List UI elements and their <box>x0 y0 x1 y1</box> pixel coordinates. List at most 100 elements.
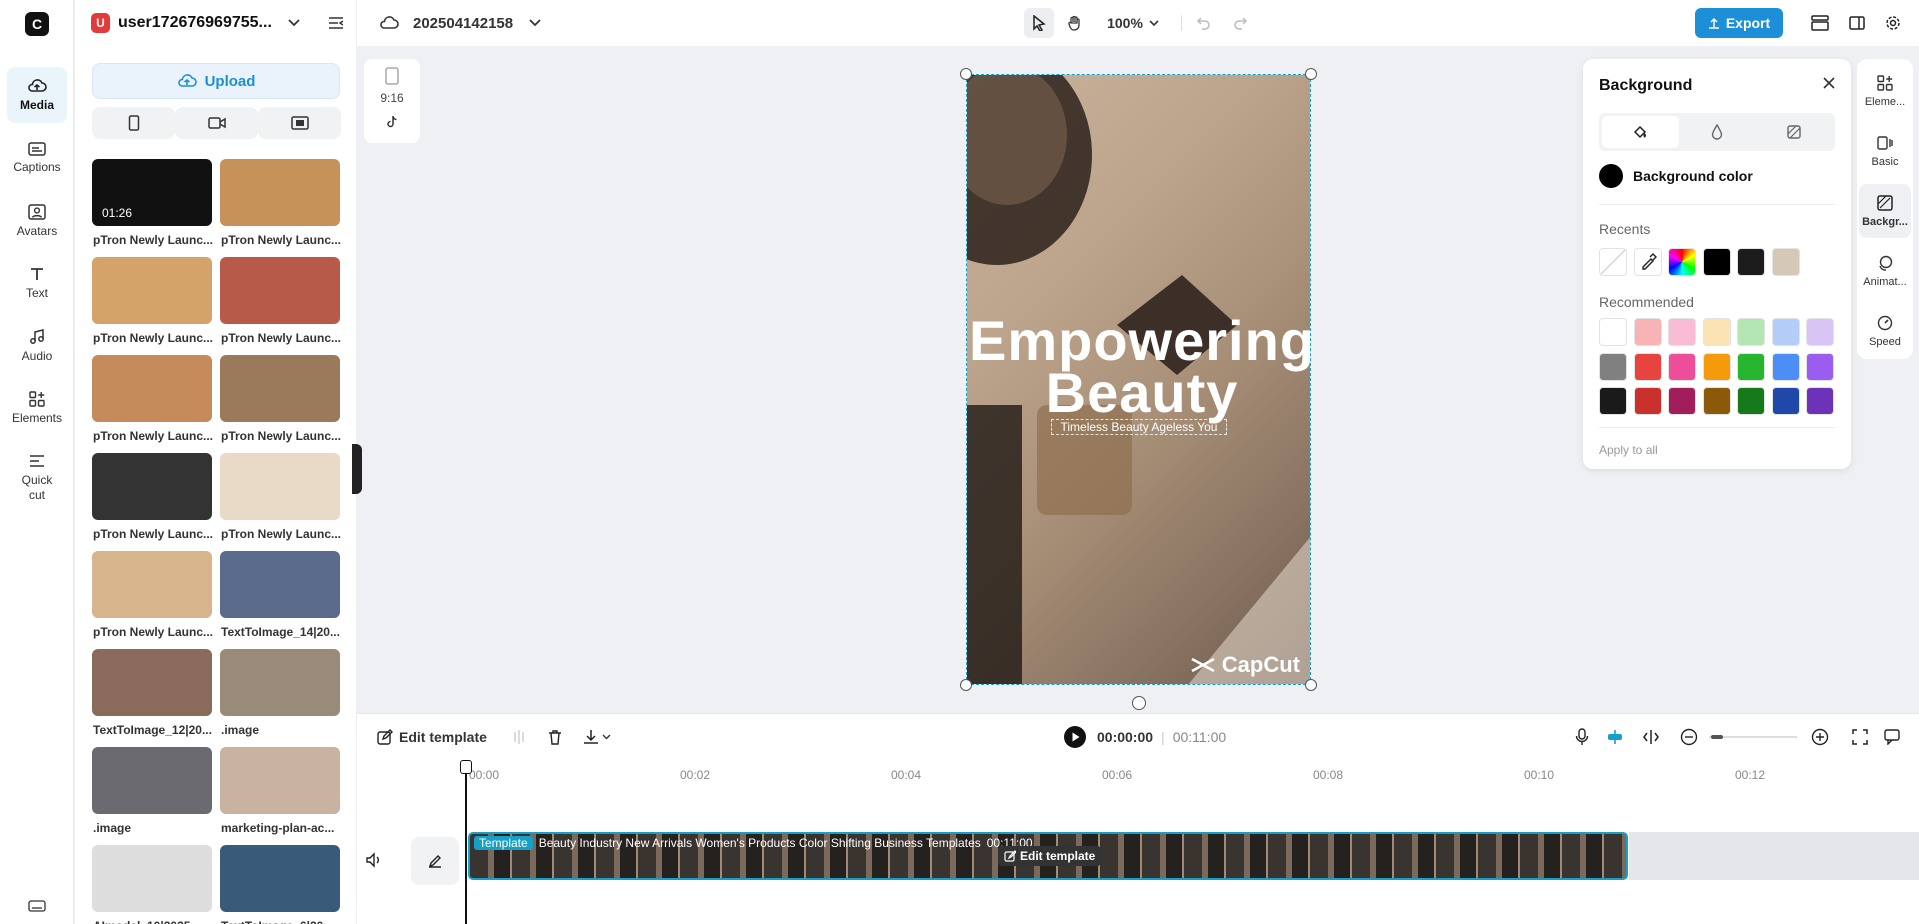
recommended-color-swatch[interactable] <box>1633 387 1662 415</box>
playhead[interactable] <box>460 760 472 924</box>
recent-color-swatch[interactable] <box>1771 248 1800 276</box>
tab-background[interactable]: Backgr... <box>1859 184 1911 238</box>
media-thumbnail[interactable] <box>220 159 340 226</box>
rail-media[interactable]: Media <box>7 67 67 123</box>
rail-captions[interactable]: Captions <box>7 130 67 186</box>
layers-button[interactable] <box>1806 8 1834 38</box>
no-color-swatch[interactable] <box>1599 248 1627 276</box>
redo-button[interactable] <box>1225 8 1255 38</box>
media-thumbnail[interactable] <box>92 355 212 422</box>
camera-format-button[interactable] <box>175 107 258 139</box>
comment-button[interactable] <box>1880 722 1904 752</box>
tab-basic[interactable]: Basic <box>1859 124 1911 178</box>
background-color-row[interactable]: Background color <box>1599 164 1753 188</box>
media-thumbnail[interactable] <box>220 453 340 520</box>
preview-canvas[interactable]: Empowering Beauty Timeless Beauty Ageles… <box>966 74 1311 685</box>
select-tool-button[interactable] <box>1024 8 1054 38</box>
workspace-switcher[interactable]: U user172676969755... <box>91 10 343 36</box>
subtitle-text[interactable]: Timeless Beauty Ageless You <box>1051 419 1227 435</box>
recommended-color-swatch[interactable] <box>1668 318 1696 346</box>
zoom-out-button[interactable] <box>1677 722 1701 752</box>
template-clip[interactable]: Template Beauty Industry New Arrivals Wo… <box>468 832 1628 880</box>
upload-button[interactable]: Upload <box>92 63 340 99</box>
media-thumbnail[interactable] <box>92 845 212 912</box>
recommended-color-swatch[interactable] <box>1771 352 1800 381</box>
recommended-color-swatch[interactable] <box>1668 387 1696 415</box>
keyboard-icon[interactable] <box>28 900 46 912</box>
delete-button[interactable] <box>543 722 567 752</box>
recommended-color-swatch[interactable] <box>1771 318 1800 346</box>
undo-button[interactable] <box>1189 8 1219 38</box>
media-thumbnail[interactable] <box>92 257 212 324</box>
recommended-color-swatch[interactable] <box>1599 352 1627 381</box>
rail-audio[interactable]: Audio <box>7 318 67 374</box>
tab-blur[interactable] <box>1679 116 1756 148</box>
recommended-color-swatch[interactable] <box>1633 352 1662 381</box>
recommended-color-swatch[interactable] <box>1599 387 1627 415</box>
zoom-select[interactable]: 100% <box>1105 8 1161 38</box>
media-thumbnail[interactable] <box>92 453 212 520</box>
zoom-slider-thumb[interactable] <box>1711 735 1723 739</box>
resize-handle-top-right[interactable] <box>1305 68 1317 80</box>
screen-format-button[interactable] <box>258 107 341 139</box>
recommended-color-swatch[interactable] <box>1633 318 1662 346</box>
tab-animation[interactable]: Animat... <box>1859 244 1911 298</box>
rail-quick-cut[interactable]: Quick cut <box>7 445 67 511</box>
current-color-swatch[interactable] <box>1599 164 1623 188</box>
tab-color-fill[interactable] <box>1602 116 1679 148</box>
trim-button[interactable] <box>1639 722 1663 752</box>
headline-text[interactable]: Empowering Beauty <box>967 313 1310 421</box>
apply-to-all-button[interactable]: Apply to all <box>1599 443 1658 457</box>
close-icon[interactable] <box>1823 77 1835 89</box>
layout-button[interactable] <box>1843 8 1871 38</box>
timeline-ruler[interactable]: 00:00 00:02 00:04 00:06 00:08 00:10 00:12 <box>357 759 1919 787</box>
download-button[interactable] <box>579 722 615 752</box>
cloud-sync-icon[interactable] <box>377 8 401 38</box>
phone-format-button[interactable] <box>92 107 175 139</box>
recommended-color-swatch[interactable] <box>1737 318 1765 346</box>
recommended-color-swatch[interactable] <box>1806 352 1834 381</box>
recent-color-swatch[interactable] <box>1737 248 1765 276</box>
project-name[interactable]: 202504142158 <box>413 8 541 38</box>
recent-color-swatch[interactable] <box>1702 248 1731 276</box>
media-thumbnail[interactable] <box>220 551 340 618</box>
fit-button[interactable] <box>1848 722 1872 752</box>
recommended-color-swatch[interactable] <box>1806 387 1834 415</box>
mute-track-button[interactable] <box>365 852 383 868</box>
panel-resize-handle[interactable] <box>352 444 362 494</box>
media-thumbnail[interactable] <box>220 747 340 814</box>
recommended-color-swatch[interactable] <box>1737 387 1765 415</box>
recommended-color-swatch[interactable] <box>1702 352 1731 381</box>
zoom-in-button[interactable] <box>1808 722 1832 752</box>
recent-color-swatch[interactable] <box>1668 248 1696 276</box>
media-thumbnail[interactable] <box>92 551 212 618</box>
media-thumbnail[interactable] <box>220 355 340 422</box>
media-thumbnail[interactable] <box>92 649 212 716</box>
zoom-slider[interactable] <box>1709 735 1797 739</box>
resize-handle-bottom-left[interactable] <box>960 679 972 691</box>
recommended-color-swatch[interactable] <box>1599 318 1627 346</box>
media-thumbnail[interactable]: 01:26 <box>92 159 212 226</box>
rail-elements[interactable]: Elements <box>7 380 67 436</box>
aspect-ratio-card[interactable]: 9:16 <box>364 59 420 143</box>
recommended-color-swatch[interactable] <box>1702 387 1731 415</box>
media-thumbnail[interactable] <box>220 649 340 716</box>
edit-template-button[interactable]: Edit template <box>377 722 487 752</box>
settings-button[interactable] <box>1879 8 1907 38</box>
hand-tool-button[interactable] <box>1060 8 1090 38</box>
eyedropper-icon[interactable] <box>1633 248 1662 276</box>
resize-handle-bottom-right[interactable] <box>1305 679 1317 691</box>
collapse-panel-icon[interactable] <box>328 16 343 30</box>
recommended-color-swatch[interactable] <box>1668 352 1696 381</box>
edit-track-button[interactable] <box>411 837 459 885</box>
recommended-color-swatch[interactable] <box>1737 352 1765 381</box>
magnet-button[interactable] <box>1603 722 1627 752</box>
recommended-color-swatch[interactable] <box>1771 387 1800 415</box>
clip-edit-template-button[interactable]: Edit template <box>998 846 1102 866</box>
rotate-handle[interactable] <box>1132 696 1146 710</box>
export-button[interactable]: Export <box>1695 8 1783 38</box>
rail-avatars[interactable]: Avatars <box>7 193 67 249</box>
tab-speed[interactable]: Speed <box>1859 304 1911 358</box>
media-thumbnail[interactable] <box>220 257 340 324</box>
recommended-color-swatch[interactable] <box>1806 318 1834 346</box>
